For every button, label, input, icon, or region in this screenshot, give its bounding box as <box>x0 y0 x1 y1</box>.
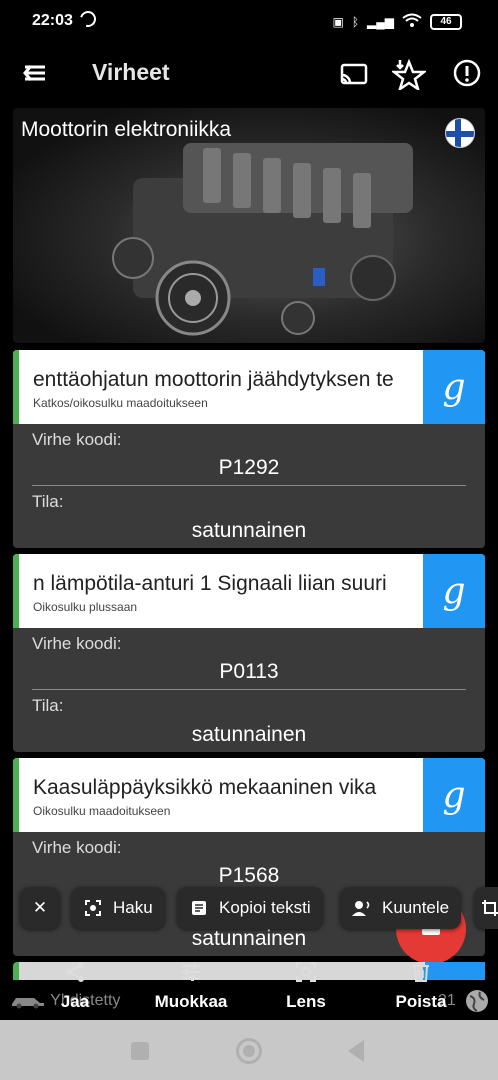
engine-image: Moottorin elektroniikka <box>13 108 485 343</box>
back-button[interactable] <box>348 1040 364 1062</box>
hero-title: Moottorin elektroniikka <box>21 118 232 141</box>
delete-label: Poista <box>395 992 447 1011</box>
fault-card[interactable]: n lämpötila-anturi 1 Signaali liian suur… <box>13 554 485 752</box>
system-nav-bar <box>0 1020 498 1080</box>
lens-chip-bar: ✕ Haku Kopioi teksti Kuuntele <box>20 887 498 929</box>
edit-label: Muokkaa <box>154 992 228 1011</box>
close-chip[interactable]: ✕ <box>20 887 60 929</box>
state-label: Tila: <box>32 492 64 511</box>
recents-button[interactable] <box>131 1042 149 1060</box>
fault-detail: Katkos/oikosulku maadoitukseen <box>33 396 208 410</box>
code-label: Virhe koodi: <box>32 838 122 857</box>
fault-card[interactable]: enttäohjatun moottorin jäähdytyksen te K… <box>13 350 485 548</box>
lens-action-bar: Jaa Muokkaa Lens Poista <box>0 962 498 1020</box>
fault-name: n lämpötila-anturi 1 Signaali liian suur… <box>33 572 387 595</box>
listen-chip[interactable]: Kuuntele <box>340 887 462 929</box>
app-bar: Virheet <box>0 44 498 104</box>
search-chip[interactable]: Haku <box>71 887 165 929</box>
status-time: 22:03 <box>32 12 73 29</box>
code-label: Virhe koodi: <box>32 634 122 653</box>
volte-icon: ▣ <box>332 14 344 29</box>
search-chip-label: Haku <box>113 898 153 917</box>
engine-picture <box>112 143 413 336</box>
fault-header[interactable]: enttäohjatun moottorin jäähdytyksen te K… <box>13 350 485 424</box>
finland-flag-icon[interactable] <box>445 118 475 148</box>
fault-header[interactable]: Kaasuläppäyksikkö mekaaninen vika Oikosu… <box>13 758 485 832</box>
google-search-button[interactable]: g <box>423 554 485 628</box>
bluetooth-icon: ᛒ <box>351 14 360 29</box>
page-title: Virheet <box>92 59 170 85</box>
cast-icon[interactable] <box>338 58 370 90</box>
fault-name: enttäohjatun moottorin jäähdytyksen te <box>33 368 394 391</box>
document-icon <box>189 898 209 918</box>
fault-header[interactable]: n lämpötila-anturi 1 Signaali liian suur… <box>13 554 485 628</box>
fault-detail: Oikosulku plussaan <box>33 600 138 614</box>
fault-detail: Oikosulku maadoitukseen <box>33 804 171 818</box>
fault-code: P1568 <box>218 864 280 887</box>
fault-state: satunnainen <box>191 723 307 746</box>
google-search-button[interactable]: g <box>423 758 485 832</box>
divider <box>32 485 466 486</box>
fault-name: Kaasuläppäyksikkö mekaaninen vika <box>33 776 377 799</box>
copy-text-chip-label: Kopioi teksti <box>219 898 311 917</box>
crop-icon <box>480 898 498 918</box>
close-icon: ✕ <box>32 898 48 917</box>
trash-icon <box>409 960 433 984</box>
crop-chip[interactable] <box>474 887 498 929</box>
lens-search-icon <box>83 898 103 918</box>
status-bar: 22:03 ▣ ᛒ ▂▄▆ 46 <box>0 0 498 44</box>
google-search-button[interactable]: g <box>423 350 485 424</box>
copy-text-chip[interactable]: Kopioi teksti <box>177 887 323 929</box>
fault-code: P0113 <box>219 660 279 683</box>
wifi-icon <box>402 13 422 30</box>
code-label: Virhe koodi: <box>32 430 122 449</box>
battery-icon: 46 <box>430 13 462 30</box>
signal-icon: ▂▄▆ <box>367 14 394 29</box>
listen-chip-label: Kuuntele <box>382 898 450 917</box>
fault-code: P1292 <box>218 456 280 479</box>
state-label: Tila: <box>32 696 64 715</box>
status-icons: ▣ ᛒ ▂▄▆ 46 <box>332 13 462 30</box>
back-menu-icon[interactable] <box>22 60 48 86</box>
share-icon <box>63 960 87 984</box>
speaker-person-icon <box>352 898 372 918</box>
divider <box>32 689 466 690</box>
lens-label: Lens <box>286 992 326 1011</box>
fault-state: satunnainen <box>191 519 307 542</box>
share-label: Jaa <box>60 992 90 1011</box>
lens-icon <box>294 960 318 984</box>
home-button[interactable] <box>236 1038 262 1064</box>
save-favorite-icon[interactable] <box>390 58 428 92</box>
do-not-disturb-icon <box>77 8 99 30</box>
tune-icon <box>179 960 203 984</box>
info-icon[interactable] <box>452 58 484 90</box>
